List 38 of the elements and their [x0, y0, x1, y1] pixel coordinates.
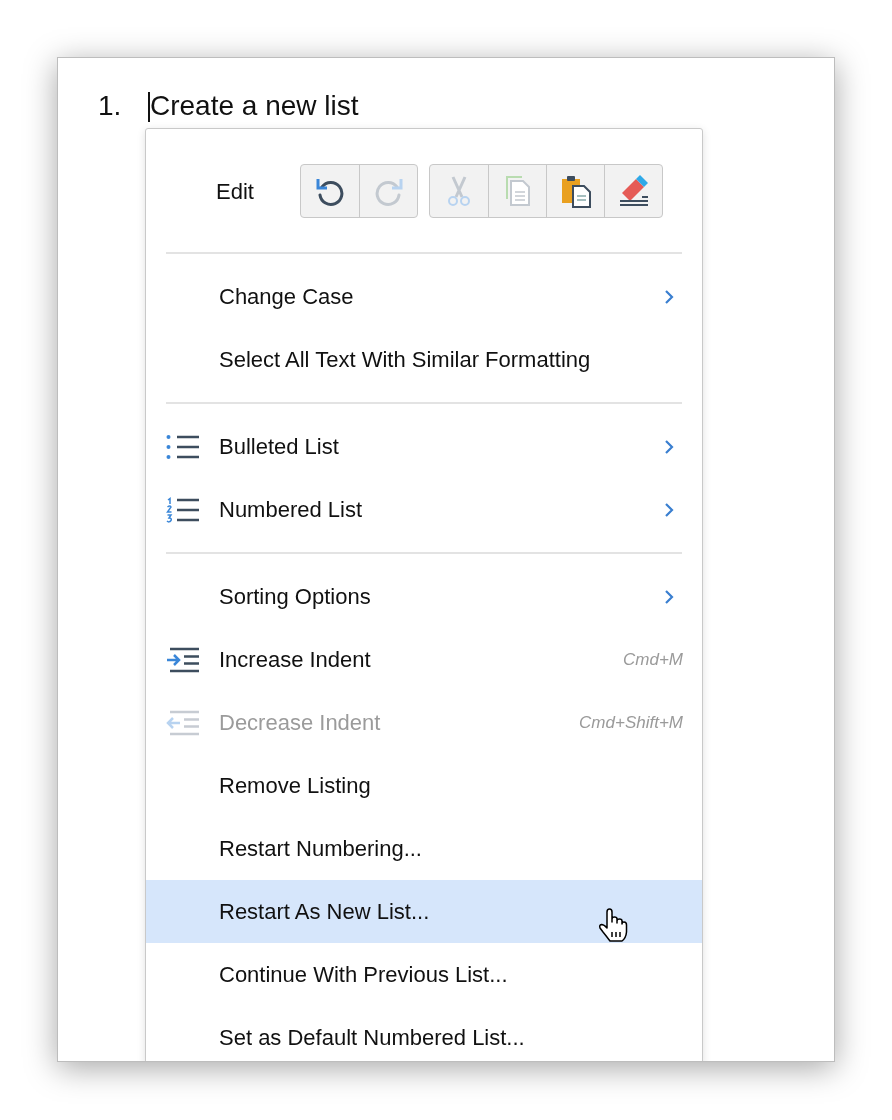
text-cursor: [148, 92, 150, 122]
menu-item-label: Bulleted List: [219, 433, 339, 461]
menu-item[interactable]: Sorting Options: [146, 565, 702, 628]
menu-item-label: Change Case: [219, 283, 354, 311]
menu-item[interactable]: Restart Numbering...: [146, 817, 702, 880]
menu-item[interactable]: Bulleted List: [146, 415, 702, 478]
hand-cursor-icon: [598, 908, 628, 942]
menu-item-label: Sorting Options: [219, 583, 371, 611]
numbered-list-icon: [166, 496, 200, 523]
menu-item-label: Restart As New List...: [219, 898, 430, 926]
paste-icon: [559, 174, 592, 208]
menu-item-label: Decrease Indent: [219, 709, 381, 737]
shortcut-text: Cmd+Shift+M: [579, 711, 683, 734]
menu-item[interactable]: Change Case: [146, 265, 702, 328]
scissors-icon: [445, 175, 473, 207]
menu-item[interactable]: Continue With Previous List...: [146, 943, 702, 1006]
menu-item[interactable]: Increase Indent Cmd+M: [146, 628, 702, 691]
copy-icon: [503, 175, 532, 207]
menu-item[interactable]: Set as Default Numbered List...: [146, 1006, 702, 1061]
menu-item[interactable]: Select All Text With Similar Formatting: [146, 328, 702, 391]
menu-item-label: Increase Indent: [219, 646, 371, 674]
indent-increase-icon: [166, 646, 200, 673]
menu-item-label: Set as Default Numbered List...: [219, 1024, 525, 1052]
list-number: 1.: [98, 92, 123, 120]
menu-item[interactable]: Remove Listing: [146, 754, 702, 817]
eraser-icon: [617, 175, 650, 207]
shortcut-text: Cmd+M: [623, 648, 683, 671]
menu-item-label: Remove Listing: [219, 772, 371, 800]
menu-item-label: Numbered List: [219, 496, 363, 524]
indent-decrease-icon: [166, 709, 200, 736]
menu-item-label: Restart Numbering...: [219, 835, 422, 863]
list-item-text: Create a new list: [150, 92, 359, 120]
menu-item-label: Select All Text With Similar Formatting: [219, 346, 591, 374]
menu-item[interactable]: Numbered List: [146, 478, 702, 541]
bulleted-list-icon: [166, 433, 200, 460]
menu-item[interactable]: Restart As New List...: [146, 880, 702, 943]
menu-item-label: Continue With Previous List...: [219, 961, 508, 989]
edit-label: Edit: [216, 177, 255, 206]
